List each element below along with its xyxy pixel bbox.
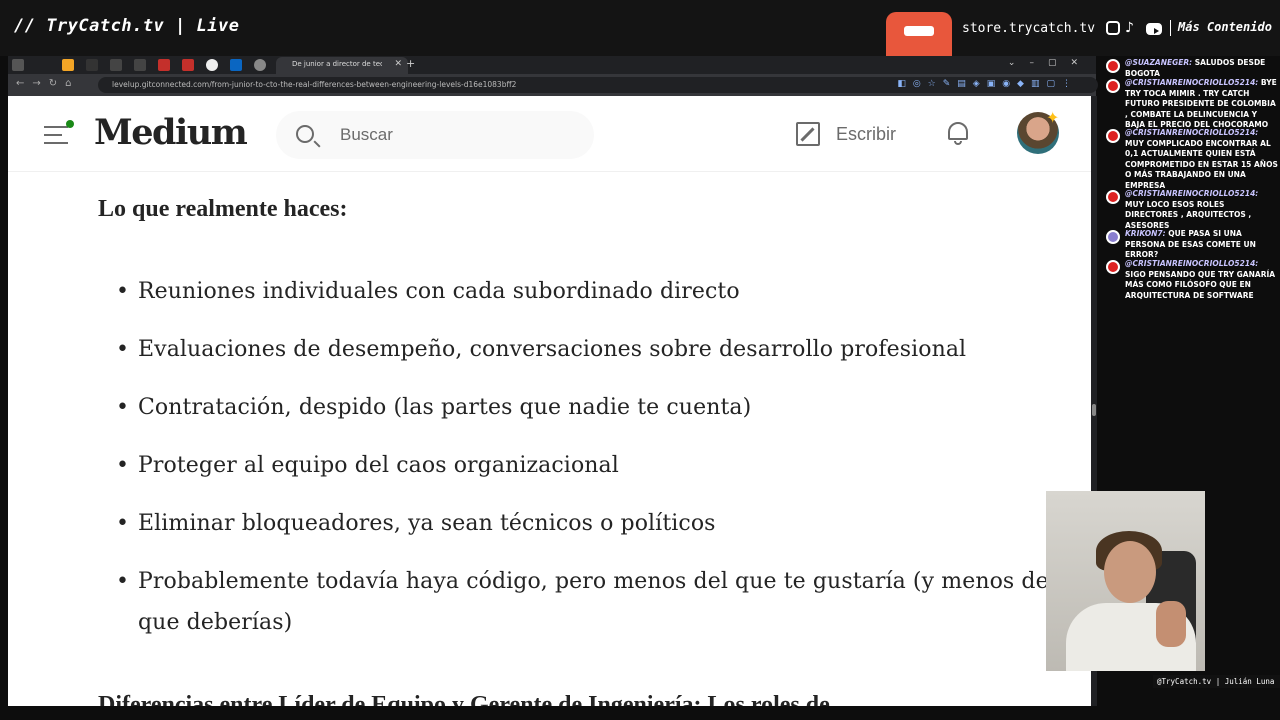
stream-title: // TryCatch.tv | Live <box>14 16 240 36</box>
merch-shirt-image <box>886 12 952 56</box>
tab-favicon[interactable] <box>62 59 74 71</box>
tab-favicon[interactable] <box>158 59 170 71</box>
chat-message: @CRISTIANREINOCRIOLLO5214: MUY COMPLICAD… <box>1104 128 1278 191</box>
article-body: Lo que realmente haces: Reuniones indivi… <box>98 196 1058 660</box>
write-icon <box>796 122 820 146</box>
list-item: Probablemente todavía haya código, pero … <box>98 561 1058 643</box>
search-bar[interactable] <box>276 111 594 159</box>
streamer-credit: @TryCatch.tv | Julián Luna <box>1157 677 1275 686</box>
section-heading: Lo que realmente haces: <box>98 196 348 222</box>
tab-favicon[interactable] <box>182 59 194 71</box>
youtube-icon <box>1146 23 1162 35</box>
tab-favicon[interactable] <box>110 59 122 71</box>
browser-toolbar: ←→↻⌂ levelup.gitconnected.com/from-junio… <box>8 74 1098 96</box>
tab-favicon[interactable] <box>206 59 218 71</box>
streamer-lower-third: @TryCatch.tv | Julián Luna <box>1153 675 1280 688</box>
store-url: store.trycatch.tv <box>962 21 1096 36</box>
scrollbar-thumb[interactable] <box>1092 404 1096 416</box>
browser-tab-strip: De junior a director de tecnología ✕ + ⌄… <box>8 56 1096 74</box>
tab-favicon[interactable] <box>230 59 242 71</box>
chat-user: @CRISTIANREINOCRIOLLO5214: <box>1125 259 1259 268</box>
list-item: Eliminar bloqueadores, ya sean técnicos … <box>98 503 1058 544</box>
member-star-icon: ✦ <box>1046 108 1060 127</box>
extension-icons[interactable]: ◧◎☆✎▤◈▣◉◆▥▢⋮ <box>897 79 1078 89</box>
chat-text: SIGO PENSANDO QUE TRY GANARÍA MÁS COMO F… <box>1125 269 1276 300</box>
notifications-bell-icon[interactable] <box>946 120 970 146</box>
medium-logo[interactable]: Medium <box>94 112 248 153</box>
chat-avatar <box>1106 230 1120 244</box>
tab-active[interactable]: De junior a director de tecnología ✕ <box>276 57 408 74</box>
webcam-feed <box>1046 491 1205 671</box>
new-tab-icon[interactable]: + <box>406 57 415 70</box>
chat-message: @SUAZANEGER: SALUDOS DESDE BOGOTA <box>1104 58 1278 79</box>
write-label: Escribir <box>836 124 897 144</box>
menu-icon[interactable] <box>44 120 74 150</box>
chat-user: @CRISTIANREINOCRIOLLO5214: <box>1125 189 1259 198</box>
divider <box>1170 20 1171 36</box>
medium-header: Medium Escribir ✦ <box>8 96 1091 172</box>
tab-favicon[interactable] <box>134 59 146 71</box>
tab-active-title: De junior a director de tecnología <box>292 60 382 68</box>
bullet-list: Reuniones individuales con cada subordin… <box>98 271 1058 643</box>
chat-avatar <box>1106 129 1120 143</box>
search-input[interactable] <box>340 125 560 145</box>
chat-avatar <box>1106 79 1120 93</box>
address-bar-url: levelup.gitconnected.com/from-junior-to-… <box>112 80 517 89</box>
medium-page: Medium Escribir ✦ Lo que realmente haces… <box>8 96 1091 706</box>
chat-message: @CRISTIANREINOCRIOLLO5214: BYE TRY TOCA … <box>1104 78 1278 131</box>
nav-buttons[interactable]: ←→↻⌂ <box>16 78 79 89</box>
chat-text: MUY COMPLICADO ENCONTRAR AL 0,1 ACTUALME… <box>1125 138 1278 190</box>
tab-favicon[interactable] <box>86 59 98 71</box>
close-tab-icon[interactable]: ✕ <box>394 59 402 69</box>
tab-favicon[interactable] <box>254 59 266 71</box>
list-item: Evaluaciones de desempeño, conversacione… <box>98 329 1058 370</box>
window-controls[interactable]: ⌄–▢✕ <box>1008 58 1092 68</box>
next-section-heading: Diferencias entre Líder de Equipo y Gere… <box>98 692 830 706</box>
list-item: Reuniones individuales con cada subordin… <box>98 271 1058 312</box>
chat-avatar <box>1106 260 1120 274</box>
chat-user: KRIKON7: <box>1125 229 1166 238</box>
chat-message: KRIKON7: QUE PASA SI UNA PERSONA DE ESAS… <box>1104 229 1278 261</box>
chat-avatar <box>1106 59 1120 73</box>
tab-search-icon[interactable] <box>12 59 24 71</box>
chat-user: @CRISTIANREINOCRIOLLO5214: <box>1125 78 1259 87</box>
live-chat: @SUAZANEGER: SALUDOS DESDE BOGOTA @CRIST… <box>1100 56 1280 306</box>
chat-text: MUY LOCO ESOS ROLES DIRECTORES , ARQUITE… <box>1125 199 1252 230</box>
list-item: Contratación, despido (las partes que na… <box>98 387 1058 428</box>
search-icon <box>296 125 314 143</box>
chat-avatar <box>1106 190 1120 204</box>
tiktok-icon: ♪ <box>1125 20 1134 36</box>
chat-message: @CRISTIANREINOCRIOLLO5214: SIGO PENSANDO… <box>1104 259 1278 301</box>
instagram-icon <box>1106 21 1120 35</box>
chat-user: @SUAZANEGER: <box>1125 58 1193 67</box>
chat-message: @CRISTIANREINOCRIOLLO5214: MUY LOCO ESOS… <box>1104 189 1278 231</box>
list-item: Proteger al equipo del caos organizacion… <box>98 445 1058 486</box>
chat-user: @CRISTIANREINOCRIOLLO5214: <box>1125 128 1259 137</box>
more-content-label: Más Contenido <box>1178 20 1272 34</box>
